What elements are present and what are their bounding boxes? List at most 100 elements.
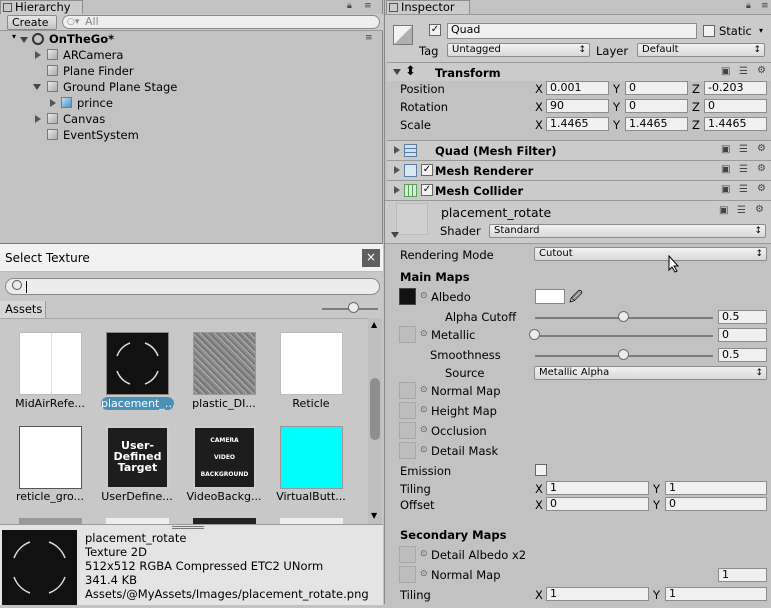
- eyedropper-icon[interactable]: 🖉︎: [569, 288, 583, 310]
- position-z-field[interactable]: -0.203: [704, 81, 767, 95]
- metallic-slot[interactable]: [399, 326, 416, 343]
- tiling-x-field[interactable]: 1: [546, 481, 649, 495]
- assets-tab[interactable]: Assets: [0, 301, 46, 318]
- expand-arrow[interactable]: [394, 166, 400, 174]
- thumb-video-background[interactable]: CAMERA VIDEO BACKGROUND: [193, 426, 256, 489]
- close-button[interactable]: ×: [362, 249, 380, 267]
- expand-arrow-arcamera[interactable]: [35, 51, 41, 59]
- thumb-user-defined-target[interactable]: User- Defined Target: [106, 426, 169, 489]
- mesh-collider-checkbox[interactable]: ✓: [421, 184, 433, 196]
- smoothness-field[interactable]: 0.5: [718, 348, 767, 362]
- help-icon[interactable]: ▣: [721, 144, 730, 155]
- expand-arrow-prince[interactable]: [50, 99, 56, 107]
- help-icon[interactable]: ▣: [721, 184, 730, 195]
- alpha-cutoff-slider-knob[interactable]: [618, 311, 629, 322]
- gear-icon[interactable]: ⚙: [757, 163, 766, 174]
- rotation-y-field[interactable]: 0: [625, 99, 688, 113]
- gear-icon[interactable]: ⚙: [757, 65, 766, 76]
- thumb-virtual-button[interactable]: [280, 426, 343, 489]
- inspector-tab[interactable]: Inspector: [386, 0, 470, 14]
- expand-arrow[interactable]: [394, 146, 400, 154]
- mesh-renderer-checkbox[interactable]: ✓: [421, 164, 433, 176]
- secondary-normal-scale-field[interactable]: 1: [718, 568, 767, 582]
- scroll-down-icon[interactable]: ▼: [371, 511, 377, 520]
- layer-dropdown[interactable]: Default: [637, 43, 765, 57]
- normal-map-slot[interactable]: [399, 382, 416, 399]
- rotation-x-field[interactable]: 90: [546, 99, 609, 113]
- position-x-field[interactable]: 0.001: [546, 81, 609, 95]
- scroll-up-icon[interactable]: ▲: [371, 320, 377, 329]
- scene-name[interactable]: OnTheGo*: [49, 32, 114, 46]
- tag-dropdown[interactable]: Untagged: [447, 43, 590, 57]
- preset-icon[interactable]: ☰: [739, 66, 748, 77]
- object-picker-icon[interactable]: ⊙: [420, 549, 428, 559]
- secondary-normal-map-slot[interactable]: [399, 566, 416, 583]
- material-collapse-arrow[interactable]: [391, 232, 399, 238]
- gear-icon[interactable]: ⚙: [755, 204, 764, 215]
- expand-arrow[interactable]: [394, 186, 400, 194]
- transform-header[interactable]: ⬍ Transform ▣ ☰ ⚙: [387, 62, 771, 81]
- source-dropdown[interactable]: Metallic Alpha: [534, 366, 767, 380]
- scale-x-field[interactable]: 1.4465: [546, 117, 609, 131]
- object-picker-icon[interactable]: ⊙: [420, 405, 428, 415]
- secondary-tiling-x-field[interactable]: 1: [546, 587, 649, 601]
- object-picker-icon[interactable]: ⊙: [420, 425, 428, 435]
- offset-x-field[interactable]: 0: [546, 497, 649, 511]
- scale-y-field[interactable]: 1.4465: [625, 117, 688, 131]
- mesh-collider-header[interactable]: ✓ Mesh Collider ▣ ☰ ⚙: [387, 180, 771, 200]
- thumb-midairreference[interactable]: [19, 332, 82, 395]
- mesh-filter-header[interactable]: Quad (Mesh Filter) ▣ ☰ ⚙: [387, 140, 771, 160]
- shader-dropdown[interactable]: Standard: [489, 224, 766, 238]
- albedo-slot[interactable]: [399, 288, 416, 305]
- smoothness-slider-knob[interactable]: [618, 349, 629, 360]
- texture-search-input[interactable]: [5, 278, 380, 295]
- help-icon[interactable]: ▣: [721, 66, 730, 77]
- preset-icon[interactable]: ☰: [739, 144, 748, 155]
- pane-menu-icon[interactable]: ≡: [364, 1, 372, 11]
- rendering-mode-dropdown[interactable]: Cutout: [534, 247, 767, 261]
- thumbnail-size-slider-knob[interactable]: [348, 302, 359, 313]
- hierarchy-search-input[interactable]: ○▾ All: [62, 15, 380, 29]
- hierarchy-item-eventsystem[interactable]: EventSystem: [63, 128, 139, 142]
- pane-menu-icon[interactable]: ≡: [761, 1, 769, 11]
- expand-arrow-canvas[interactable]: [35, 115, 41, 123]
- hierarchy-tab[interactable]: Hierarchy: [0, 0, 83, 14]
- scale-z-field[interactable]: 1.4465: [704, 117, 767, 131]
- active-checkbox[interactable]: ✓: [429, 24, 441, 36]
- object-picker-icon[interactable]: ⊙: [420, 385, 428, 395]
- hierarchy-item-ground-plane-stage[interactable]: Ground Plane Stage: [63, 80, 177, 94]
- static-dropdown-icon[interactable]: ▾: [759, 26, 763, 35]
- gear-icon[interactable]: ⚙: [757, 183, 766, 194]
- mesh-renderer-header[interactable]: ✓ Mesh Renderer ▣ ☰ ⚙: [387, 160, 771, 180]
- object-picker-icon[interactable]: ⊙: [420, 329, 428, 339]
- metallic-slider-track[interactable]: [535, 335, 713, 337]
- offset-y-field[interactable]: 0: [665, 497, 767, 511]
- object-picker-icon[interactable]: ⊙: [420, 291, 428, 301]
- hierarchy-item-plane-finder[interactable]: Plane Finder: [63, 64, 134, 78]
- help-icon[interactable]: ▣: [721, 164, 730, 175]
- preset-icon[interactable]: ☰: [739, 184, 748, 195]
- hierarchy-item-arcamera[interactable]: ARCamera: [63, 48, 123, 62]
- tiling-y-field[interactable]: 1: [665, 481, 767, 495]
- preset-icon[interactable]: ☰: [739, 164, 748, 175]
- thumb-plastic-diffuse[interactable]: [193, 332, 256, 395]
- height-map-slot[interactable]: [399, 402, 416, 419]
- collapse-arrow[interactable]: [393, 69, 401, 75]
- metallic-slider-knob[interactable]: [529, 329, 540, 340]
- occlusion-slot[interactable]: [399, 422, 416, 439]
- help-icon[interactable]: ▣: [719, 205, 728, 216]
- secondary-tiling-y-field[interactable]: 1: [665, 587, 767, 601]
- emission-checkbox[interactable]: [535, 464, 547, 476]
- metallic-field[interactable]: 0: [718, 328, 767, 342]
- hierarchy-item-prince[interactable]: prince: [77, 96, 113, 110]
- albedo-color-field[interactable]: [535, 289, 565, 304]
- thumb-reticle-ground[interactable]: [19, 426, 82, 489]
- scrollbar[interactable]: ▲ ▼: [368, 318, 382, 524]
- alpha-cutoff-field[interactable]: 0.5: [718, 310, 767, 324]
- drag-handle[interactable]: [172, 526, 204, 529]
- detail-albedo-slot[interactable]: [399, 546, 416, 563]
- scrollbar-thumb[interactable]: [370, 378, 380, 440]
- expand-arrow-ground-plane[interactable]: [33, 84, 41, 90]
- object-name-field[interactable]: Quad: [447, 23, 697, 39]
- object-picker-icon[interactable]: ⊙: [420, 445, 428, 455]
